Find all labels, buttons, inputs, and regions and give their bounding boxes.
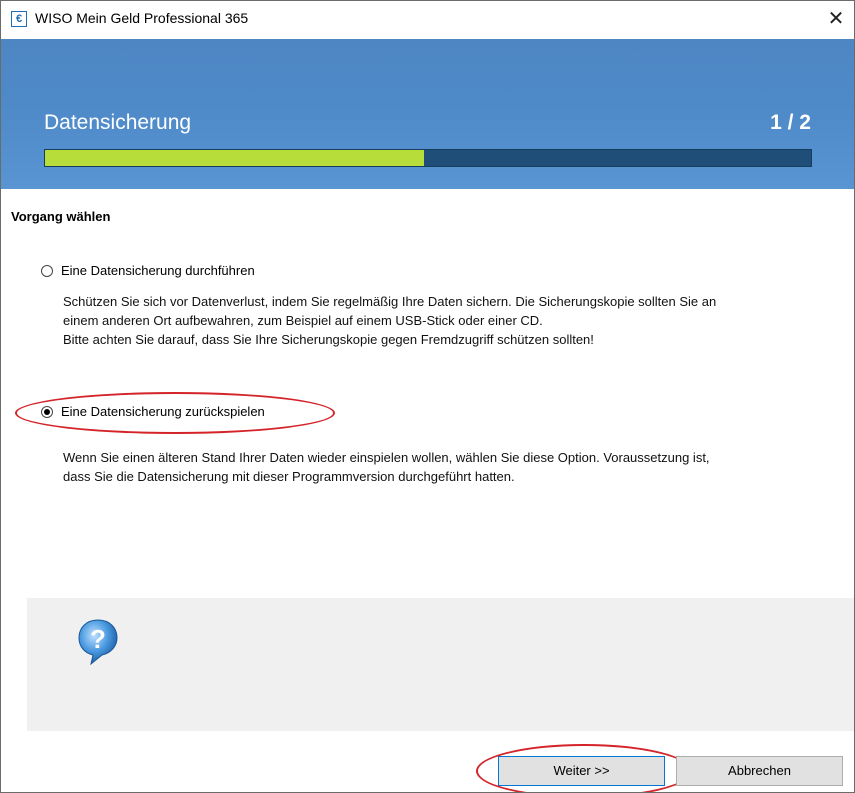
description-line: Wenn Sie einen älteren Stand Ihrer Daten… [63, 450, 710, 465]
cancel-button[interactable]: Abbrechen [676, 756, 843, 786]
svg-text:?: ? [90, 624, 106, 654]
description-line: Bitte achten Sie darauf, dass Sie Ihre S… [63, 332, 594, 347]
step-counter: 1 / 2 [770, 111, 811, 134]
description-line: Schützen Sie sich vor Datenverlust, inde… [63, 294, 717, 309]
wizard-header: Datensicherung 1 / 2 [1, 39, 854, 189]
app-logo-icon: € [11, 11, 27, 27]
close-button[interactable]: ✕ [818, 1, 854, 39]
radio-label-backup: Eine Datensicherung durchführen [61, 263, 255, 278]
radio-button-restore[interactable] [41, 405, 53, 418]
help-panel: ? [27, 598, 854, 731]
question-mark-bubble-icon[interactable]: ? [77, 618, 119, 671]
window-title: WISO Mein Geld Professional 365 [35, 10, 249, 26]
section-title: Vorgang wählen [11, 209, 111, 224]
radio-button-backup[interactable] [41, 264, 53, 277]
title-bar: € WISO Mein Geld Professional 365 ✕ [1, 1, 854, 39]
radio-option-backup[interactable]: Eine Datensicherung durchführen [41, 263, 255, 278]
radio-label-restore: Eine Datensicherung zurückspielen [61, 404, 265, 419]
dialog-window: € WISO Mein Geld Professional 365 ✕ Date… [0, 0, 855, 793]
page-title: Datensicherung [44, 111, 192, 134]
radio-option-restore[interactable]: Eine Datensicherung zurückspielen [41, 404, 265, 419]
next-button[interactable]: Weiter >> [498, 756, 665, 786]
description-line: einem anderen Ort aufbewahren, zum Beisp… [63, 313, 543, 328]
option-description-backup: Schützen Sie sich vor Datenverlust, inde… [63, 292, 843, 349]
option-description-restore: Wenn Sie einen älteren Stand Ihrer Daten… [63, 448, 843, 486]
progress-bar-fill [45, 150, 425, 166]
description-line: dass Sie die Datensicherung mit dieser P… [63, 469, 515, 484]
progress-bar [44, 149, 812, 167]
